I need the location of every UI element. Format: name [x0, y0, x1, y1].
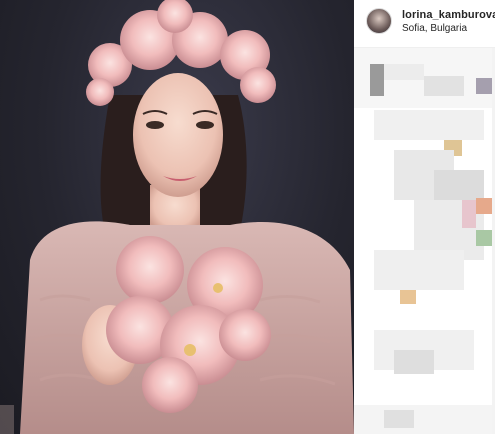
post-sidebar: lorina_kamburova Sofia, Bulgaria: [354, 0, 495, 434]
pixel-block: [394, 350, 434, 374]
profile-avatar[interactable]: [366, 8, 392, 34]
pixel-block: [374, 110, 484, 140]
post-header: lorina_kamburova Sofia, Bulgaria: [354, 0, 495, 48]
pixel-block: [354, 405, 494, 434]
post-photo[interactable]: [0, 0, 354, 434]
pixel-block: [424, 76, 464, 96]
pixel-block: [384, 410, 414, 428]
pixel-block: [476, 230, 492, 246]
pixel-block: [400, 290, 416, 304]
pixel-block: [476, 198, 492, 214]
pixel-block: [370, 64, 384, 96]
pixel-block: [384, 64, 424, 80]
username-link[interactable]: lorina_kamburova: [402, 9, 495, 21]
post-photo-art: [0, 0, 354, 434]
pixel-block: [374, 250, 464, 290]
location-link[interactable]: Sofia, Bulgaria: [402, 23, 467, 34]
pixel-block: [462, 200, 476, 228]
pixel-block: [476, 78, 492, 94]
